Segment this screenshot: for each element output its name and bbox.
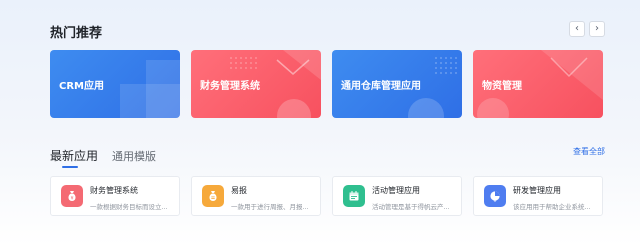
view-all-link[interactable]: 查看全部 [573, 146, 605, 157]
app-card-report[interactable]: 易报 一款用于进行周报、月报... [191, 176, 321, 216]
app-description: 一款根据财务目标而设立... [90, 203, 168, 211]
banner-warehouse[interactable]: 通用仓库管理应用 [332, 50, 462, 118]
app-name: 财务管理系统 [90, 186, 138, 195]
tab-latest-apps[interactable]: 最新应用 [50, 147, 98, 164]
app-description: 活动管理是基于得帆云产... [372, 203, 450, 211]
banner-decoration [120, 84, 180, 118]
banner-label: 通用仓库管理应用 [341, 81, 421, 92]
app-card-rnd[interactable]: 研发管理应用 该应用用于帮助企业系统... [473, 176, 603, 216]
tab-templates[interactable]: 通用模版 [112, 148, 156, 164]
section-title-recommend: 热门推荐 [50, 26, 103, 41]
carousel-prev-button[interactable]: ‹ [569, 21, 585, 37]
app-card-activity[interactable]: 活动管理应用 活动管理是基于得帆云产... [332, 176, 462, 216]
app-description: 一款用于进行周报、月报... [231, 203, 309, 211]
app-description: 该应用用于帮助企业系统... [513, 203, 591, 211]
svg-text:¥: ¥ [71, 195, 74, 201]
chevron-right-icon: › [595, 23, 599, 34]
app-name: 研发管理应用 [513, 186, 561, 195]
banner-crm[interactable]: CRM应用 [50, 50, 180, 118]
money-bag-icon: ¥ [61, 185, 83, 207]
report-icon [202, 185, 224, 207]
tab-active-underline [62, 166, 78, 168]
banner-finance[interactable]: 财务管理系统 [191, 50, 321, 118]
banner-label: CRM应用 [59, 81, 104, 92]
calendar-icon [343, 185, 365, 207]
chevron-left-icon: ‹ [575, 23, 579, 34]
app-name: 易报 [231, 186, 247, 195]
banner-label: 财务管理系统 [200, 81, 260, 92]
app-name: 活动管理应用 [372, 186, 420, 195]
banner-materials[interactable]: 物资管理 [473, 50, 603, 118]
carousel-next-button[interactable]: › [589, 21, 605, 37]
app-card-finance[interactable]: ¥ 财务管理系统 一款根据财务目标而设立... [50, 176, 180, 216]
dev-icon [484, 185, 506, 207]
banner-label: 物资管理 [482, 81, 522, 92]
